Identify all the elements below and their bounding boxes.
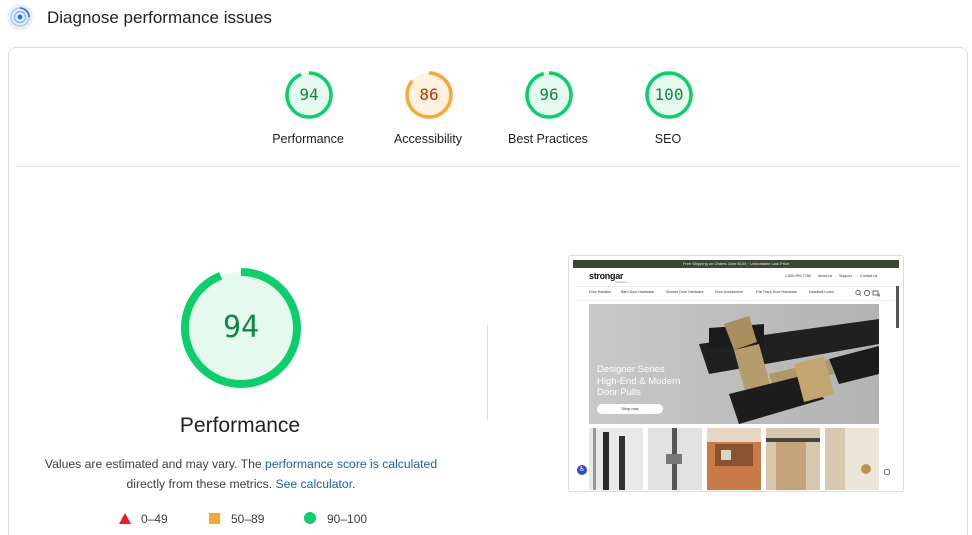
divider [573, 300, 899, 301]
score-gauges: 94 Performance 86 Accessibility 96 Best … [9, 48, 969, 166]
scrollbar-thumb [896, 286, 899, 328]
gauge-label: SEO [654, 132, 682, 146]
gauge-label: Accessibility [393, 132, 463, 146]
score-description: Values are estimated and may vary. The p… [31, 454, 451, 494]
performance-title: Performance [179, 414, 301, 437]
site-util-link: About us [818, 274, 833, 278]
desc-text: . [352, 477, 356, 491]
gauge-seo[interactable]: 100 SEO [608, 70, 728, 160]
section-title: Diagnose performance issues [47, 8, 272, 27]
site-header-icons [855, 289, 881, 297]
gauge-score: 100 [654, 85, 684, 104]
pass-circle-icon [304, 512, 316, 524]
divider [573, 286, 899, 287]
legend-label: 50–89 [231, 512, 265, 526]
product-tile [766, 428, 820, 490]
product-tile [707, 428, 761, 490]
gauge-score: 96 [539, 85, 559, 104]
legend-label: 0–49 [141, 512, 168, 526]
score-legend: 0–49 50–89 90–100 [117, 511, 417, 527]
gauge-label: Performance [272, 132, 344, 146]
site-util-link: Contact us [860, 274, 878, 278]
fail-triangle-icon [119, 513, 131, 524]
chat-icon [884, 469, 890, 475]
desc-text: Values are estimated and may vary. The [44, 457, 266, 471]
site-nav-item: Flat Track Door Hardware [756, 290, 798, 294]
gauge-label: Best Practices [508, 132, 588, 146]
product-tile [589, 428, 643, 490]
page-screenshot[interactable]: Free Shipping on Orders Over $135 · Unbe… [568, 255, 904, 492]
site-hero-banner: Designer Series High-End & Modern Door P… [589, 304, 879, 424]
hero-line: Door Pulls [597, 387, 641, 398]
section-header: Diagnose performance issues [0, 0, 972, 40]
site-promo-bar: Free Shipping on Orders Over $135 · Unbe… [573, 260, 899, 268]
site-hero-text: Designer Series High-End & Modern Door P… [597, 364, 680, 399]
gauge-performance[interactable]: 94 Performance [248, 70, 368, 160]
desc-text: directly from these metrics. [126, 477, 276, 491]
gauge-best-practices[interactable]: 96 Best Practices [488, 70, 608, 160]
average-square-icon [209, 513, 220, 524]
gauge-score: 94 [299, 85, 319, 104]
site-logo-sub: hardware [615, 280, 628, 284]
diagnose-icon [7, 4, 33, 30]
site-product-tiles [589, 428, 881, 490]
vertical-divider [487, 325, 488, 420]
hero-line: Designer Series [597, 364, 665, 375]
site-hero-button: Shop now [597, 404, 663, 414]
gauge-accessibility[interactable]: 86 Accessibility [368, 70, 488, 160]
hero-line: High-End & Modern [597, 375, 681, 387]
report-card: 94 Performance 86 Accessibility 96 Best … [8, 47, 968, 535]
product-tile [648, 428, 702, 490]
performance-gauge: 94 [179, 266, 303, 390]
see-calculator-link[interactable]: See calculator [276, 477, 353, 491]
site-nav-item: Door Accessories [715, 290, 743, 294]
score-calculated-link[interactable]: performance score is calculated [265, 457, 437, 471]
site-nav-item: Door Handles [589, 290, 611, 294]
legend-label: 90–100 [327, 512, 368, 526]
site-phone: 1-800-999-7788 [785, 274, 811, 278]
site-nav-item: Barn Door Hardware [621, 290, 654, 294]
site-util-link: Support [839, 274, 852, 278]
site-nav-item: Shower Door Hardware [666, 290, 704, 294]
accessibility-widget-icon: ♿ [577, 465, 587, 475]
divider [17, 166, 961, 167]
gauge-score: 86 [419, 85, 439, 104]
performance-score: 94 [222, 310, 260, 345]
site-nav-item: Deadbolt Locks [809, 290, 834, 294]
product-tile [825, 428, 879, 490]
